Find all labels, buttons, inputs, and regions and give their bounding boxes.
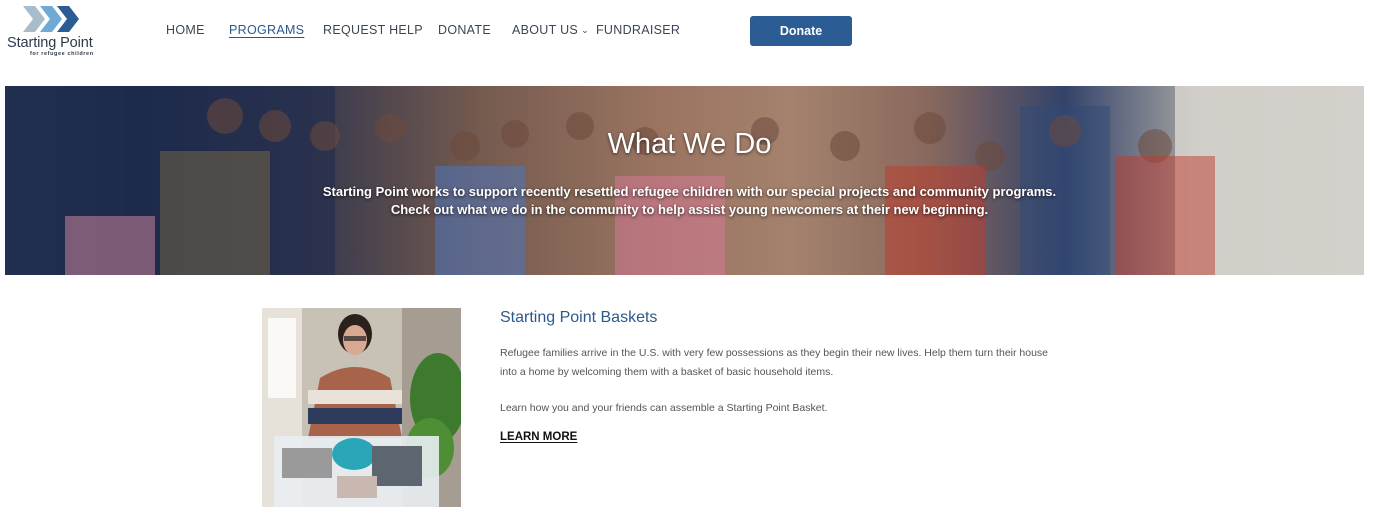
program-cta-text: Learn how you and your friends can assem… bbox=[500, 402, 828, 414]
nav-home[interactable]: HOME bbox=[166, 23, 205, 37]
program-title: Starting Point Baskets bbox=[500, 309, 658, 326]
hero-description-line-2: Check out what we do in the community to… bbox=[390, 202, 989, 217]
donate-button[interactable]: Donate bbox=[750, 16, 852, 46]
program-description-line-2: into a home by welcoming them with a bas… bbox=[500, 365, 834, 378]
nav-donate[interactable]: DONATE bbox=[438, 23, 491, 37]
program-description: Refugee families arrive in the U.S. with… bbox=[500, 344, 1048, 381]
site-logo[interactable]: Starting Point for refugee children bbox=[7, 4, 107, 58]
hero-description: Starting Point works to support recently… bbox=[5, 183, 1364, 219]
logo-tagline: for refugee children bbox=[30, 51, 94, 57]
program-description-line-1: Refugee families arrive in the U.S. with… bbox=[500, 347, 1049, 359]
nav-about-us-label: ABOUT US bbox=[512, 23, 579, 37]
nav-fundraiser[interactable]: FUNDRAISER bbox=[596, 23, 680, 37]
nav-about-us[interactable]: ABOUT US ⌄ bbox=[512, 23, 589, 37]
program-photo-illustration bbox=[262, 308, 461, 507]
site-header: Starting Point for refugee children HOME… bbox=[0, 0, 1373, 62]
logo-name: Starting Point bbox=[7, 35, 93, 51]
hero-description-line-1: Starting Point works to support recently… bbox=[322, 184, 1057, 199]
program-photo bbox=[262, 308, 461, 507]
hero-banner: What We Do Starting Point works to suppo… bbox=[5, 86, 1364, 275]
nav-programs[interactable]: PROGRAMS bbox=[229, 23, 304, 37]
nav-request-help[interactable]: REQUEST HELP bbox=[323, 23, 423, 37]
learn-more-link[interactable]: LEARN MORE bbox=[500, 431, 577, 443]
hero-photo-background bbox=[5, 86, 1364, 275]
logo-chevrons-icon bbox=[23, 6, 79, 32]
hero-title: What We Do bbox=[607, 128, 772, 160]
chevron-down-icon: ⌄ bbox=[581, 25, 589, 35]
